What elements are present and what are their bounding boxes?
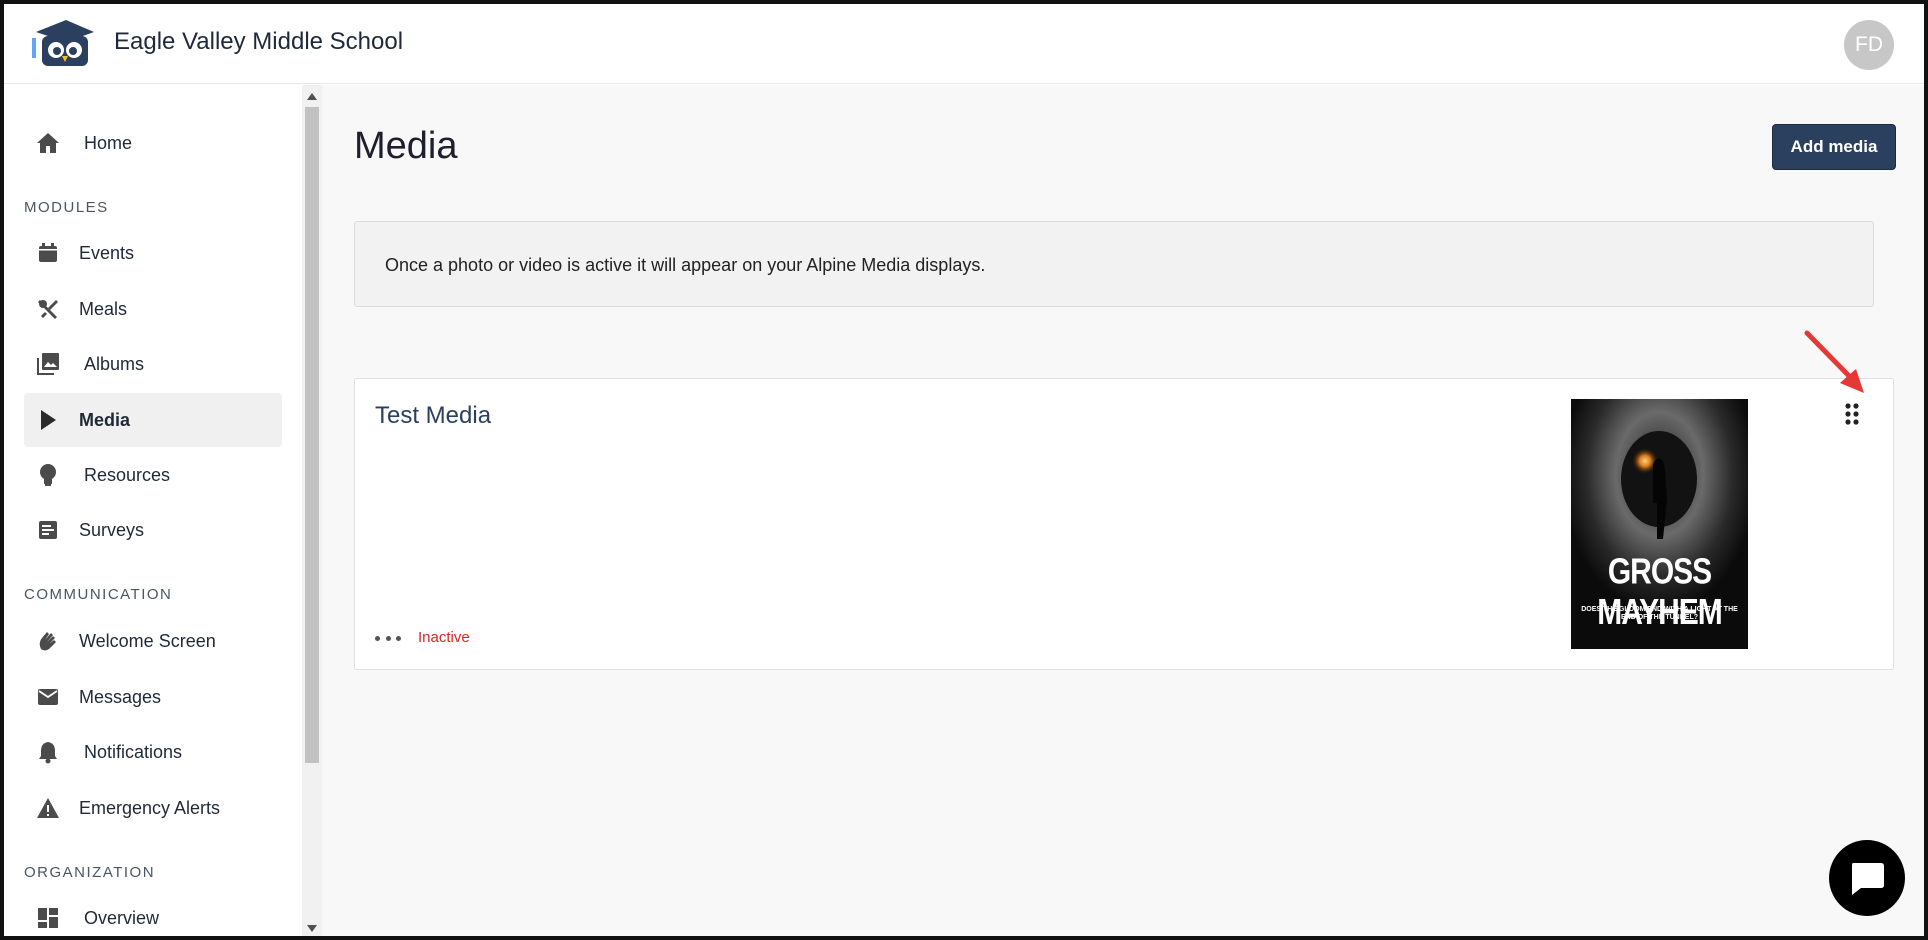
- info-text: Once a photo or video is active it will …: [385, 255, 986, 275]
- media-card-title[interactable]: Test Media: [375, 402, 491, 430]
- dashboard-icon: [35, 905, 61, 931]
- sidebar-scrollbar[interactable]: [302, 85, 322, 940]
- sidebar-item-events[interactable]: Events: [24, 226, 282, 280]
- sidebar-item-label: Emergency Alerts: [79, 797, 221, 818]
- status-label: Inactive: [418, 629, 470, 646]
- section-title-communication: COMMUNICATION: [24, 586, 173, 603]
- bell-icon: [35, 739, 61, 765]
- sidebar-item-media[interactable]: Media: [24, 393, 282, 447]
- sidebar-item-label: Events: [79, 242, 135, 263]
- info-banner: Once a photo or video is active it will …: [354, 221, 1874, 307]
- sidebar-item-welcome-screen[interactable]: Welcome Screen: [24, 614, 282, 668]
- section-title-modules: MODULES: [24, 199, 109, 216]
- home-icon: [35, 130, 61, 156]
- sidebar-item-label: Surveys: [79, 519, 145, 540]
- sidebar-item-albums[interactable]: Albums: [24, 337, 282, 391]
- sidebar-item-label: Albums: [84, 353, 145, 374]
- sidebar-item-label: Media: [79, 409, 131, 430]
- lightbulb-icon: [35, 462, 61, 488]
- sidebar-item-label: Welcome Screen: [79, 630, 216, 651]
- sidebar-item-label: Home: [84, 132, 133, 153]
- sidebar-item-surveys[interactable]: Surveys: [24, 503, 282, 557]
- more-options-icon[interactable]: [375, 631, 401, 645]
- utensils-icon: [35, 296, 61, 322]
- school-owl-logo: [32, 20, 94, 66]
- page-title: Media: [354, 125, 458, 167]
- annotation-arrow-icon: [1804, 330, 1864, 393]
- media-thumbnail[interactable]: GROSS MAYHEM DOES THE GLOOM END WITH A L…: [1571, 399, 1748, 649]
- thumbnail-subtitle: DOES THE GLOOM END WITH A LIGHT AT THE E…: [1581, 606, 1738, 621]
- sidebar-item-label: Notifications: [84, 741, 183, 762]
- add-media-button[interactable]: Add media: [1772, 124, 1896, 170]
- calendar-icon: [35, 240, 61, 266]
- warning-icon: [35, 795, 61, 821]
- sidebar-item-label: Resources: [84, 464, 171, 485]
- sidebar-item-emergency-alerts[interactable]: Emergency Alerts: [24, 781, 282, 835]
- sidebar-item-resources[interactable]: Resources: [24, 448, 282, 502]
- wave-hand-icon: [35, 628, 61, 654]
- sidebar-item-home[interactable]: Home: [24, 116, 282, 170]
- sidebar-item-messages[interactable]: Messages: [24, 670, 282, 724]
- survey-icon: [35, 517, 61, 543]
- sidebar-item-overview[interactable]: Overview: [24, 891, 282, 940]
- sidebar-item-notifications[interactable]: Notifications: [24, 725, 282, 779]
- main-content: Media Add media Once a photo or video is…: [322, 85, 1928, 940]
- scroll-up-arrow-icon[interactable]: [307, 93, 317, 100]
- scroll-down-arrow-icon[interactable]: [307, 925, 317, 932]
- photo-library-icon: [35, 351, 61, 377]
- sidebar-item-label: Meals: [79, 298, 128, 319]
- user-avatar[interactable]: FD: [1844, 20, 1894, 70]
- play-icon: [35, 407, 61, 433]
- sidebar-item-label: Overview: [84, 907, 160, 928]
- sidebar: Home MODULES Events Meals Albums Media R…: [0, 85, 302, 940]
- drag-handle-icon[interactable]: [1845, 403, 1859, 425]
- mail-icon: [35, 684, 61, 710]
- school-name: Eagle Valley Middle School: [114, 28, 404, 55]
- scroll-thumb[interactable]: [305, 107, 319, 763]
- top-header: Eagle Valley Middle School FD: [0, 0, 1928, 84]
- sidebar-item-meals[interactable]: Meals: [24, 282, 282, 336]
- section-title-organization: ORGANIZATION: [24, 864, 156, 881]
- chat-bubble-icon: [1852, 863, 1884, 895]
- chat-widget-button[interactable]: [1829, 840, 1905, 916]
- media-card[interactable]: Test Media Inactive GROSS MAYHEM DOES TH…: [354, 378, 1894, 670]
- sidebar-item-label: Messages: [79, 686, 162, 707]
